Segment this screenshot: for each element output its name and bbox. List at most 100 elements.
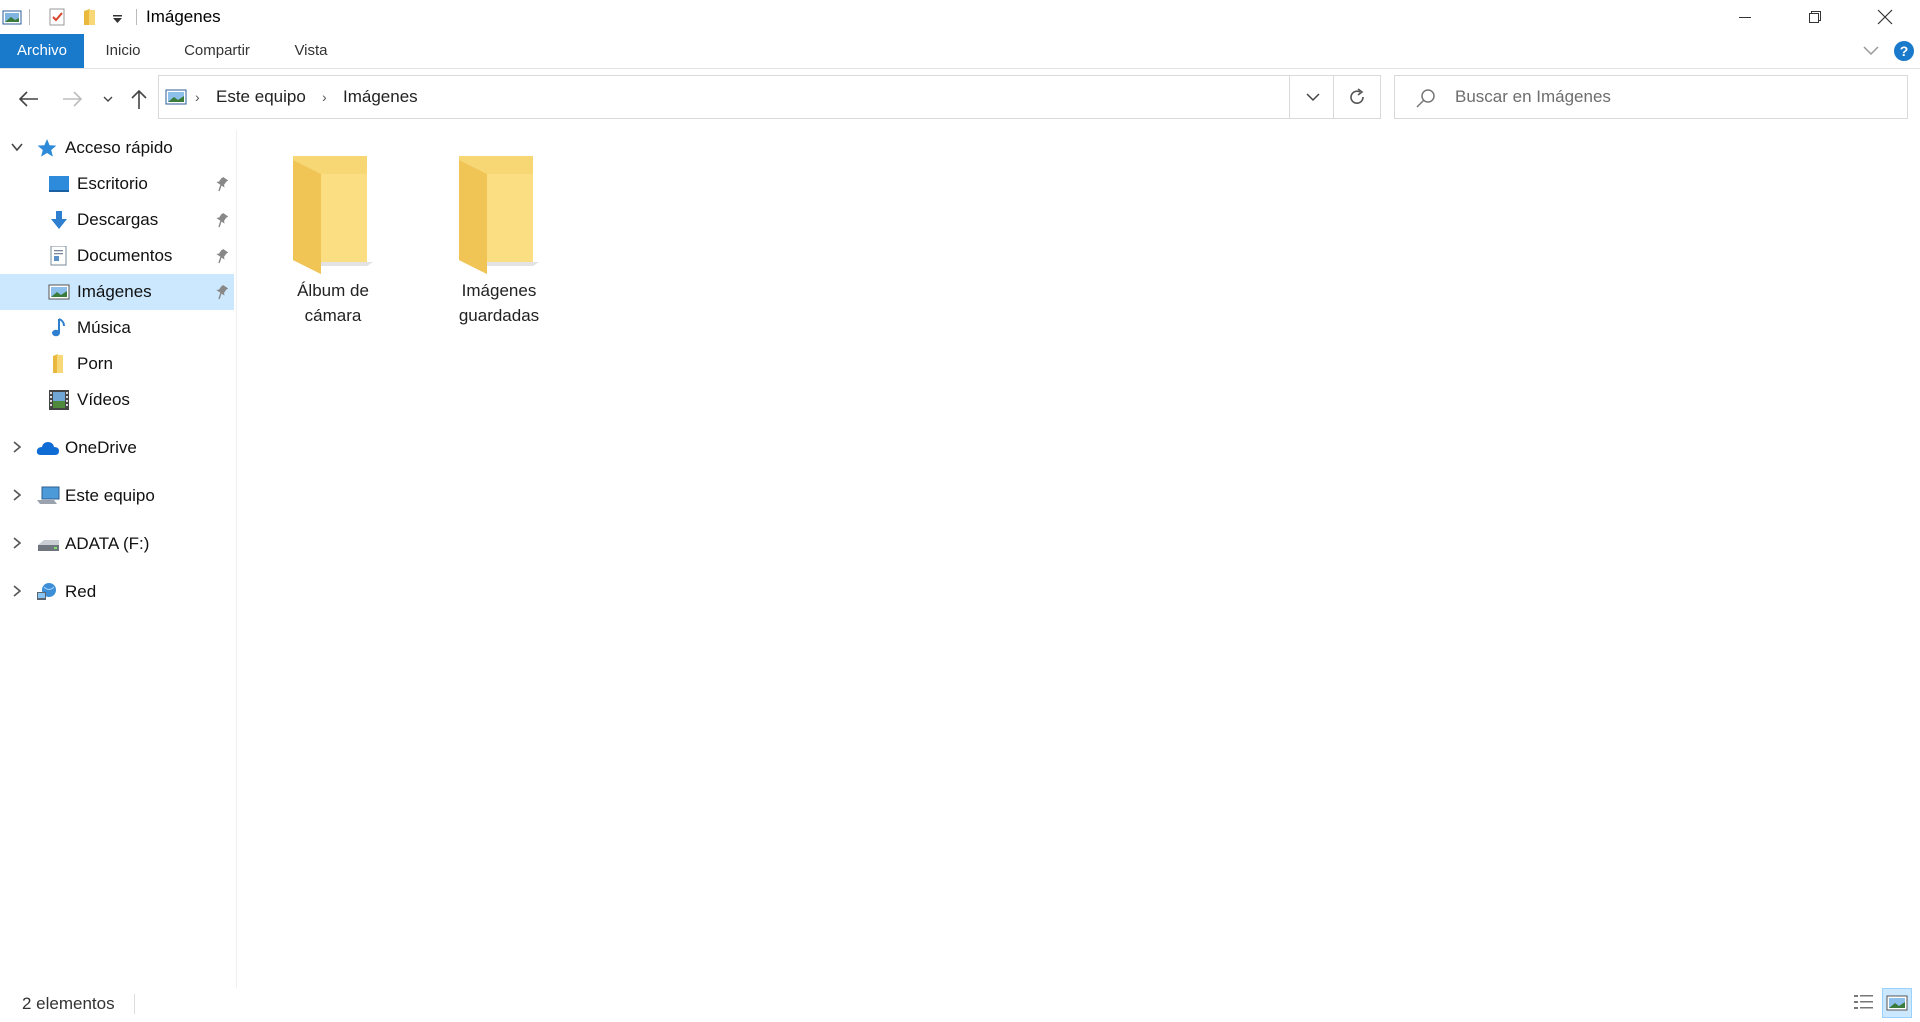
status-bar: 2 elementos — [0, 988, 1920, 1020]
window-title: Imágenes — [146, 7, 221, 26]
breadcrumb-chevron-icon: › — [322, 89, 327, 105]
network-icon — [36, 582, 58, 602]
folder-name: Imágenes guardadas — [458, 281, 540, 325]
breadcrumb-este-equipo[interactable]: Este equipo — [216, 87, 306, 107]
sidebar-item-label: Música — [77, 318, 131, 337]
tab-archivo[interactable]: Archivo — [0, 34, 84, 68]
large-icons-view-button[interactable] — [1882, 988, 1912, 1018]
sidebar-item-label: Documentos — [77, 246, 173, 265]
sidebar-item-adata[interactable]: ADATA (F:) — [0, 526, 234, 562]
minimize-button[interactable] — [1710, 0, 1780, 34]
back-button[interactable] — [15, 86, 41, 112]
address-row: › Este equipo › Imágenes Buscar en Imáge… — [0, 69, 1920, 129]
pin-icon[interactable] — [214, 176, 229, 192]
title-bar: Imágenes — [0, 0, 1920, 34]
sidebar-item-red[interactable]: Red — [0, 574, 234, 610]
folder-icon — [457, 154, 543, 279]
sidebar-item-este-equipo[interactable]: Este equipo — [0, 478, 234, 514]
sidebar-item-label: Imágenes — [77, 282, 152, 301]
pin-icon[interactable] — [214, 248, 229, 264]
folder-icon — [291, 154, 377, 279]
sidebar-item-onedrive[interactable]: OneDrive — [0, 430, 234, 466]
address-bar[interactable]: › Este equipo › Imágenes — [158, 75, 1334, 119]
forward-button[interactable] — [60, 86, 86, 112]
download-icon — [48, 210, 70, 230]
address-history-dropdown[interactable] — [1305, 90, 1321, 109]
chevron-right-icon[interactable] — [10, 584, 24, 600]
sidebar-item-label: Vídeos — [77, 390, 130, 409]
pin-icon[interactable] — [214, 212, 229, 228]
ribbon-tabs: Archivo Inicio Compartir Vista ? — [0, 34, 1920, 69]
folder-icon — [48, 354, 70, 374]
music-icon — [48, 318, 70, 338]
svg-text:?: ? — [1900, 43, 1909, 59]
breadcrumb-imagenes[interactable]: Imágenes — [343, 87, 418, 107]
item-count: 2 elementos — [22, 994, 115, 1013]
drive-icon — [36, 534, 59, 554]
sidebar-item-documentos[interactable]: Documentos — [0, 238, 234, 274]
onedrive-icon — [36, 438, 59, 458]
sidebar-item-videos[interactable]: Vídeos — [0, 382, 234, 418]
pictures-app-icon[interactable] — [2, 7, 22, 27]
new-folder-icon[interactable] — [80, 7, 100, 27]
up-button[interactable] — [126, 86, 152, 112]
sidebar-item-label: OneDrive — [65, 438, 137, 457]
folder-item-imagenes-guardadas[interactable]: Imágenes guardadas — [419, 152, 579, 352]
chevron-right-icon[interactable] — [10, 488, 24, 504]
pictures-icon — [165, 88, 187, 111]
large-icons-view-icon — [1886, 995, 1908, 1011]
search-input[interactable]: Buscar en Imágenes — [1394, 75, 1908, 119]
arrow-right-icon — [63, 91, 83, 107]
restore-icon — [1809, 11, 1821, 23]
details-view-icon — [1854, 995, 1873, 1009]
sidebar-item-descargas[interactable]: Descargas — [0, 202, 234, 238]
sidebar-item-acceso-rapido[interactable]: Acceso rápido — [0, 130, 234, 166]
tab-compartir[interactable]: Compartir — [170, 34, 264, 68]
sidebar-item-musica[interactable]: Música — [0, 310, 234, 346]
chevron-down-icon — [1306, 93, 1320, 102]
search-icon — [1415, 87, 1437, 114]
navigation-pane: Acceso rápido Escritorio Descargas Docum… — [0, 130, 237, 988]
details-view-button[interactable] — [1852, 991, 1876, 1020]
restore-button[interactable] — [1780, 0, 1850, 34]
minimize-icon — [1739, 17, 1751, 18]
tab-vista[interactable]: Vista — [280, 34, 342, 68]
sidebar-item-label: Descargas — [77, 210, 159, 229]
refresh-button[interactable] — [1334, 75, 1381, 119]
tab-inicio[interactable]: Inicio — [92, 34, 154, 68]
pictures-icon — [48, 282, 70, 302]
chevron-down-icon — [103, 96, 113, 102]
expand-ribbon-icon[interactable] — [1862, 43, 1880, 62]
close-icon — [1877, 9, 1893, 25]
chevron-down-icon[interactable] — [10, 140, 24, 156]
sidebar-item-label: Red — [65, 582, 97, 601]
sidebar-item-porn[interactable]: Porn — [0, 346, 234, 382]
close-button[interactable] — [1850, 0, 1920, 34]
computer-icon — [36, 486, 60, 506]
folder-item-album-de-camara[interactable]: Álbum de cámara — [253, 152, 413, 352]
recent-locations-button[interactable] — [98, 86, 118, 112]
arrow-up-icon — [131, 89, 147, 109]
sidebar-item-label: Escritorio — [77, 174, 148, 193]
sidebar-item-label: ADATA (F:) — [65, 534, 150, 553]
breadcrumb-chevron-icon: › — [195, 89, 200, 105]
sidebar-item-escritorio[interactable]: Escritorio — [0, 166, 234, 202]
sidebar-item-label: Acceso rápido — [65, 138, 173, 157]
document-icon — [48, 245, 70, 266]
star-icon — [36, 138, 58, 158]
help-icon[interactable]: ? — [1893, 40, 1915, 67]
desktop-icon — [48, 174, 70, 194]
chevron-right-icon[interactable] — [10, 440, 24, 456]
properties-icon[interactable] — [47, 7, 67, 27]
file-list: Álbum de cámara Imágenes guardadas — [238, 130, 1920, 988]
refresh-icon — [1350, 88, 1364, 104]
sidebar-item-imagenes[interactable]: Imágenes — [0, 274, 234, 310]
customize-toolbar-icon[interactable] — [108, 7, 128, 27]
sidebar-item-label: Porn — [77, 354, 113, 373]
pin-icon[interactable] — [214, 284, 229, 300]
search-placeholder: Buscar en Imágenes — [1455, 87, 1611, 106]
chevron-right-icon[interactable] — [10, 536, 24, 552]
arrow-left-icon — [18, 91, 38, 107]
sidebar-item-label: Este equipo — [65, 486, 155, 505]
folder-name: Álbum de cámara — [297, 281, 369, 325]
